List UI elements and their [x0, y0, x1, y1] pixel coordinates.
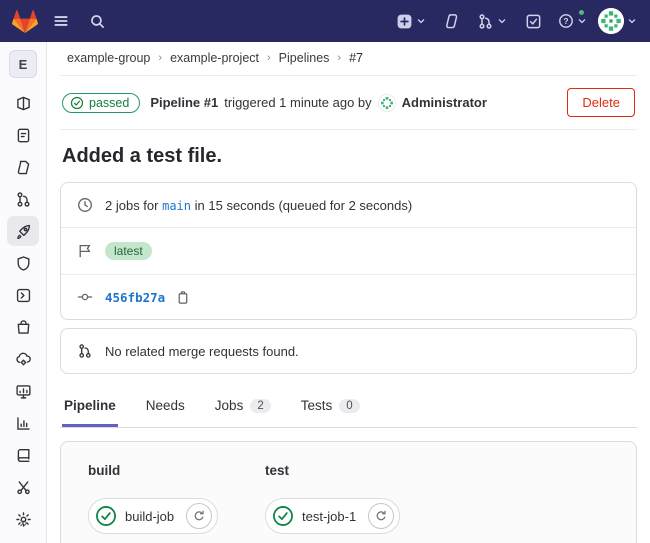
delete-button[interactable]: Delete	[567, 88, 635, 117]
chevron-down-icon	[576, 15, 588, 27]
latest-badge: latest	[105, 242, 152, 260]
user-avatar	[598, 8, 624, 34]
sidebar-expand-button[interactable]: »	[0, 514, 47, 531]
breadcrumb-separator: ›	[267, 52, 271, 64]
pipeline-tabs: Pipeline Needs Jobs 2 Tests 0	[60, 390, 637, 428]
job-success-icon	[95, 505, 117, 527]
top-bar: ?	[0, 0, 650, 42]
sidebar-manage-icon[interactable]	[7, 88, 39, 118]
create-new-button[interactable]	[396, 13, 427, 30]
tab-jobs[interactable]: Jobs 2	[213, 390, 273, 427]
todo-list-icon[interactable]	[518, 6, 548, 36]
project-avatar[interactable]: E	[9, 50, 37, 78]
merge-requests-card: No related merge requests found.	[60, 328, 637, 374]
breadcrumb-pipelines[interactable]: Pipelines	[279, 51, 330, 65]
triggered-text: triggered 1 minute ago by	[224, 95, 371, 110]
tab-label: Needs	[146, 398, 185, 413]
clock-icon	[77, 197, 93, 213]
tests-count-badge: 0	[339, 399, 359, 413]
gitlab-logo[interactable]	[10, 6, 40, 36]
help-menu[interactable]: ?	[558, 6, 588, 36]
stage-name: build	[88, 463, 265, 478]
tab-label: Pipeline	[64, 398, 116, 413]
tab-pipeline[interactable]: Pipeline	[62, 390, 118, 427]
tab-needs[interactable]: Needs	[144, 390, 187, 427]
stage-name: test	[265, 463, 442, 478]
no-merge-requests-text: No related merge requests found.	[105, 344, 299, 359]
sidebar-code-icon[interactable]	[7, 152, 39, 182]
status-label: passed	[89, 96, 129, 110]
flag-icon	[77, 243, 93, 259]
merge-request-icon	[77, 343, 93, 359]
tab-label: Jobs	[215, 398, 244, 413]
commit-info-row: 456fb27a	[61, 274, 636, 319]
sidebar-snippets-scissors-icon[interactable]	[7, 472, 39, 502]
merge-requests-row: No related merge requests found.	[61, 329, 636, 373]
retry-job-button[interactable]	[368, 503, 394, 529]
sidebar-package-icon[interactable]	[7, 312, 39, 342]
left-sidebar: E	[0, 42, 47, 543]
chevron-down-icon	[496, 15, 508, 27]
sidebar-deploy-terminal-icon[interactable]	[7, 280, 39, 310]
sidebar-build-rocket-icon[interactable]	[7, 216, 39, 246]
sidebar-operate-cloud-gear-icon[interactable]	[7, 344, 39, 374]
issues-icon[interactable]	[437, 6, 467, 36]
commit-sha-link[interactable]: 456fb27a	[105, 290, 165, 305]
breadcrumb-group[interactable]: example-group	[67, 51, 150, 65]
pipeline-header: passed Pipeline #1 triggered 1 minute ag…	[60, 76, 637, 130]
job-success-icon	[272, 505, 294, 527]
job-name: build-job	[125, 509, 178, 524]
sidebar-monitor-icon[interactable]	[7, 376, 39, 406]
jobs-count-text: 2 jobs for	[105, 198, 158, 213]
job-pill-test-job-1[interactable]: test-job-1	[265, 498, 400, 534]
sidebar-analyze-chart-icon[interactable]	[7, 408, 39, 438]
tab-label: Tests	[301, 398, 333, 413]
jobs-info-row: 2 jobs for main in 15 seconds (queued fo…	[61, 183, 636, 227]
merge-requests-menu[interactable]	[477, 13, 508, 30]
jobs-duration-text: in 15 seconds (queued for 2 seconds)	[195, 198, 413, 213]
chevron-down-icon	[626, 15, 638, 27]
copy-to-clipboard-icon	[175, 290, 190, 305]
sidebar-plan-icon[interactable]	[7, 120, 39, 150]
status-badge-passed[interactable]: passed	[62, 93, 140, 113]
retry-job-button[interactable]	[186, 503, 212, 529]
user-name: Administrator	[402, 95, 487, 110]
sidebar-merge-request-icon[interactable]	[7, 184, 39, 214]
retry-icon	[374, 509, 388, 523]
commit-icon	[77, 289, 93, 305]
commit-title: Added a test file.	[62, 145, 635, 168]
jobs-summary-text: 2 jobs for main in 15 seconds (queued fo…	[105, 198, 412, 213]
stage-column-test: test test-job-1	[265, 463, 442, 543]
notification-dot	[578, 9, 585, 16]
pipeline-id-label: Pipeline #1	[150, 95, 218, 110]
retry-icon	[192, 509, 206, 523]
copy-commit-sha-button[interactable]	[175, 290, 190, 305]
breadcrumb-project[interactable]: example-project	[170, 51, 259, 65]
branch-link[interactable]: main	[162, 199, 191, 213]
svg-text:?: ?	[563, 16, 568, 26]
stage-column-build: build build-job	[88, 463, 265, 543]
user-identicon-avatar	[378, 94, 396, 112]
sidebar-wiki-book-icon[interactable]	[7, 440, 39, 470]
sidebar-secure-shield-icon[interactable]	[7, 248, 39, 278]
breadcrumb-current-pipeline: #7	[349, 51, 363, 65]
search-icon[interactable]	[82, 6, 112, 36]
user-menu[interactable]	[598, 8, 638, 34]
hamburger-menu-icon[interactable]	[46, 6, 76, 36]
breadcrumb-separator: ›	[337, 52, 341, 64]
pipeline-graph: build build-job test	[60, 441, 637, 543]
breadcrumb: example-group › example-project › Pipeli…	[60, 42, 637, 76]
triggerer-user-link[interactable]: Administrator	[378, 94, 487, 112]
chevron-down-icon	[415, 15, 427, 27]
tab-tests[interactable]: Tests 0	[299, 390, 362, 427]
job-name: test-job-1	[302, 509, 360, 524]
check-circle-icon	[70, 96, 84, 110]
pipeline-info-card: 2 jobs for main in 15 seconds (queued fo…	[60, 182, 637, 320]
jobs-count-badge: 2	[250, 399, 270, 413]
latest-info-row: latest	[61, 227, 636, 274]
breadcrumb-separator: ›	[158, 52, 162, 64]
main-content: example-group › example-project › Pipeli…	[47, 42, 650, 543]
job-pill-build-job[interactable]: build-job	[88, 498, 218, 534]
